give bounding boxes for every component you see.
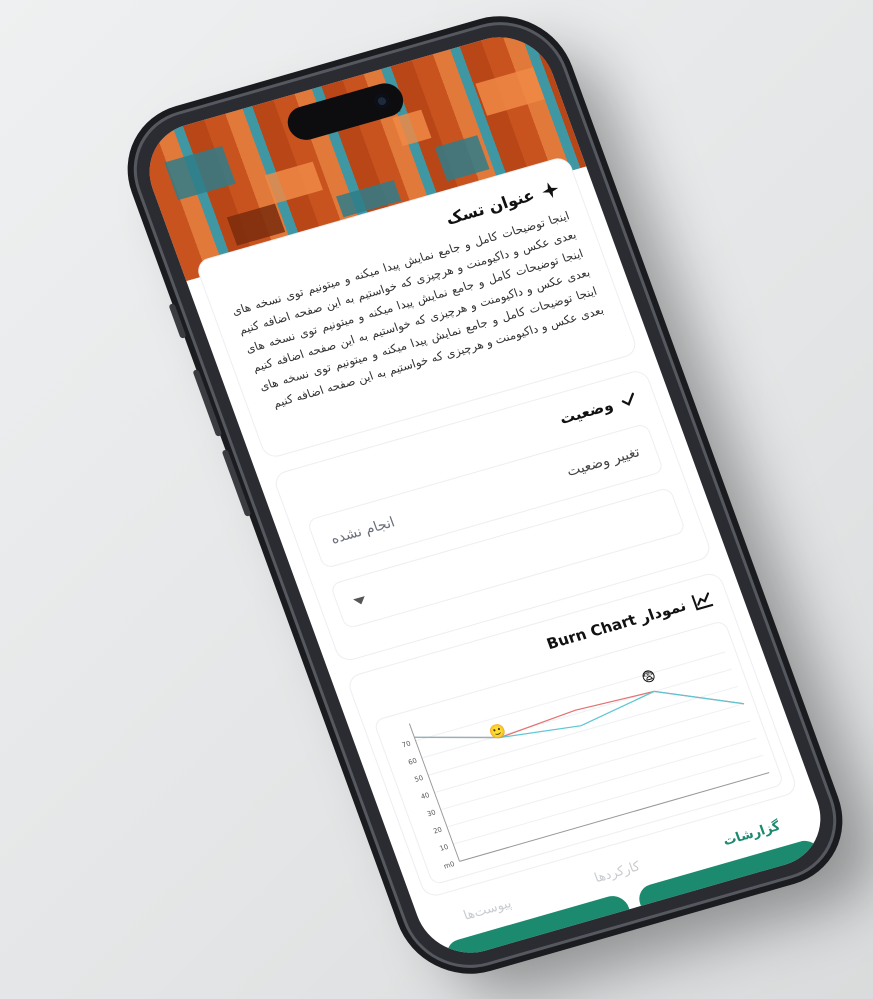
grid-line — [428, 686, 738, 776]
grid-line — [421, 668, 732, 759]
phone-frame: عنوان تسک اینجا توضیحات کامل و جامع نمای… — [119, 10, 851, 980]
y-tick-label: 10 — [439, 843, 450, 853]
check-icon — [617, 389, 640, 411]
grid-line — [446, 737, 757, 828]
y-tick-label: 30 — [426, 808, 437, 818]
add-report-label: ثبت گزارش — [676, 874, 765, 915]
y-tick-label: 50 — [413, 774, 424, 784]
y-tick-label: 60 — [407, 757, 418, 767]
line-chart-icon — [690, 589, 715, 611]
grid-line — [440, 720, 751, 811]
emoji-marker-1: 😨 — [639, 668, 658, 687]
emoji-marker-0: 🙂 — [487, 722, 509, 742]
tab-attachments[interactable]: پیوست‌ها — [461, 896, 513, 924]
status-change-label: تغییر وضعیت — [564, 444, 642, 480]
y-tick-label: 70 — [401, 739, 412, 749]
stage: عنوان تسک اینجا توضیحات کامل و جامع نمای… — [0, 0, 873, 999]
status-heading: وضعیت — [557, 395, 616, 428]
plus-icon: + — [576, 917, 603, 947]
y-axis — [408, 723, 460, 862]
y-tick-label: m0 — [443, 860, 456, 871]
add-attachment-label: ثبت پیوست — [484, 929, 572, 965]
y-tick-label: 20 — [432, 826, 443, 836]
sparkle-icon — [538, 179, 561, 201]
status-current-value: انجام نشده — [328, 514, 398, 548]
y-tick-label: 40 — [420, 791, 431, 801]
tab-workloads[interactable]: کارکردها — [592, 859, 642, 886]
side-button — [168, 303, 187, 339]
dynamic-island — [282, 79, 409, 144]
tab-reports[interactable]: گزارشات — [721, 819, 782, 849]
plus-icon: + — [768, 862, 796, 892]
volume-down-button — [221, 449, 252, 517]
caret-down-icon — [352, 595, 367, 606]
volume-up-button — [192, 369, 223, 437]
grid-line — [434, 703, 745, 793]
